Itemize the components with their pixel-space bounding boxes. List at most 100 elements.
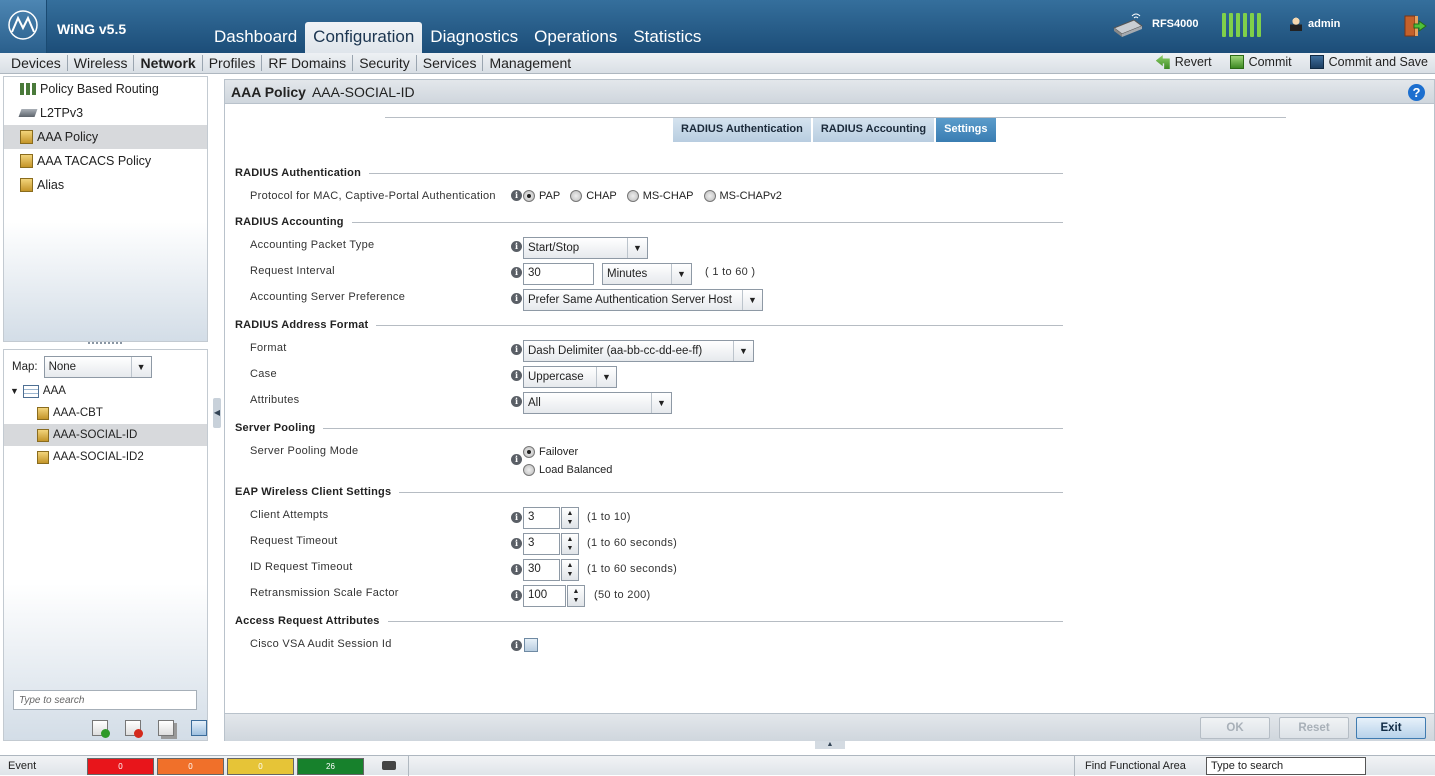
accounting-packet-type-select[interactable]: Start/Stop ▼ bbox=[523, 237, 648, 259]
info-icon[interactable]: i bbox=[511, 344, 522, 355]
tab-configuration[interactable]: Configuration bbox=[305, 22, 423, 53]
radio-failover[interactable] bbox=[523, 446, 535, 458]
info-icon[interactable]: i bbox=[511, 370, 522, 381]
tab-settings[interactable]: Settings bbox=[936, 118, 996, 142]
radio-chap[interactable] bbox=[570, 190, 583, 202]
tree-item-aaa-social-id[interactable]: AAA-SOCIAL-ID bbox=[4, 424, 207, 446]
event-count-warning[interactable]: 0 bbox=[227, 758, 294, 775]
cisco-vsa-checkbox[interactable] bbox=[524, 638, 538, 652]
chevron-down-icon: ▼ bbox=[733, 341, 753, 361]
request-interval-input[interactable]: 30 bbox=[523, 263, 594, 285]
help-icon[interactable]: ? bbox=[1408, 84, 1425, 101]
subnav-management[interactable]: Management bbox=[483, 55, 577, 71]
radio-load-balanced[interactable] bbox=[523, 464, 535, 476]
section-eap-wireless-client-settings: EAP Wireless Client Settings bbox=[235, 486, 1063, 498]
tunnel-icon bbox=[18, 109, 38, 117]
device-icon bbox=[1110, 10, 1150, 40]
tab-diagnostics[interactable]: Diagnostics bbox=[422, 22, 526, 53]
collapse-left-panel-handle[interactable]: ◀ bbox=[213, 398, 221, 428]
format-select[interactable]: Dash Delimiter (aa-bb-cc-dd-ee-ff) ▼ bbox=[523, 340, 754, 362]
policy-icon bbox=[37, 406, 49, 420]
info-icon[interactable]: i bbox=[511, 241, 522, 252]
subnav-wireless[interactable]: Wireless bbox=[68, 55, 135, 71]
client-attempts-input[interactable]: 3 bbox=[523, 507, 560, 529]
tree-item-aaa-tacacs-policy[interactable]: AAA TACACS Policy bbox=[4, 149, 207, 173]
camera-icon[interactable] bbox=[382, 761, 396, 770]
tab-statistics[interactable]: Statistics bbox=[625, 22, 709, 53]
subnav-rf-domains[interactable]: RF Domains bbox=[262, 55, 354, 71]
info-icon[interactable]: i bbox=[511, 564, 522, 575]
add-icon[interactable] bbox=[92, 720, 110, 738]
routing-icon bbox=[20, 83, 36, 95]
accounting-server-preference-select[interactable]: Prefer Same Authentication Server Host ▼ bbox=[523, 289, 763, 311]
commit-button[interactable]: Commit bbox=[1229, 55, 1292, 69]
id-request-timeout-stepper[interactable]: ▲ ▼ bbox=[561, 559, 579, 581]
event-count-error[interactable]: 0 bbox=[157, 758, 224, 775]
tree-item-aaa-policy[interactable]: AAA Policy bbox=[4, 125, 207, 149]
commit-and-save-button[interactable]: Commit and Save bbox=[1309, 55, 1428, 69]
subnav-services[interactable]: Services bbox=[417, 55, 484, 71]
logout-icon[interactable] bbox=[1402, 13, 1428, 39]
request-interval-unit-select[interactable]: Minutes ▼ bbox=[602, 263, 692, 285]
top-bar: WiNG v5.5 Dashboard Configuration Diagno… bbox=[0, 0, 1435, 53]
reset-button[interactable]: Reset bbox=[1279, 717, 1349, 739]
info-icon[interactable]: i bbox=[511, 590, 522, 601]
subnav-network[interactable]: Network bbox=[134, 55, 203, 71]
info-icon[interactable]: i bbox=[511, 454, 522, 465]
exit-button[interactable]: Exit bbox=[1356, 717, 1426, 739]
info-icon[interactable]: i bbox=[511, 640, 522, 651]
radio-ms-chapv2[interactable] bbox=[703, 190, 716, 202]
user-icon bbox=[1290, 17, 1302, 31]
copy-icon[interactable] bbox=[158, 720, 174, 736]
case-select[interactable]: Uppercase ▼ bbox=[523, 366, 617, 388]
retransmission-scale-factor-input[interactable]: 100 bbox=[523, 585, 566, 607]
main-panel: AAA Policy AAA-SOCIAL-ID ? RADIUS Authent… bbox=[224, 79, 1435, 741]
tree-root-aaa[interactable]: ▼ AAA bbox=[4, 380, 207, 402]
find-functional-area-input[interactable]: Type to search bbox=[1206, 757, 1366, 775]
id-request-timeout-input[interactable]: 30 bbox=[523, 559, 560, 581]
retransmission-scale-factor-stepper[interactable]: ▲ ▼ bbox=[567, 585, 585, 607]
expand-bottom-panel-handle[interactable]: ▲ bbox=[815, 741, 845, 749]
tree-item-aaa-social-id2[interactable]: AAA-SOCIAL-ID2 bbox=[4, 446, 207, 468]
subnav-profiles[interactable]: Profiles bbox=[203, 55, 263, 71]
panel-splitter[interactable] bbox=[88, 342, 122, 346]
page-title: AAA Policy bbox=[231, 84, 306, 100]
tree-item-policy-based-routing[interactable]: Policy Based Routing bbox=[4, 77, 207, 101]
tree-item-l2tpv3[interactable]: L2TPv3 bbox=[4, 101, 207, 125]
info-icon[interactable]: i bbox=[511, 396, 522, 407]
info-icon[interactable]: i bbox=[511, 293, 522, 304]
policy-icon bbox=[37, 450, 49, 464]
info-icon[interactable]: i bbox=[511, 538, 522, 549]
rename-icon[interactable] bbox=[191, 720, 207, 736]
ok-button[interactable]: OK bbox=[1200, 717, 1270, 739]
tab-dashboard[interactable]: Dashboard bbox=[206, 22, 305, 53]
save-icon bbox=[1309, 55, 1324, 69]
attributes-select[interactable]: All ▼ bbox=[523, 392, 672, 414]
subnav-devices[interactable]: Devices bbox=[5, 55, 68, 71]
attributes-label: Attributes bbox=[250, 394, 300, 406]
radio-pap[interactable] bbox=[523, 190, 535, 202]
tree-search-input[interactable]: Type to search bbox=[13, 690, 197, 710]
tab-radius-authentication[interactable]: RADIUS Authentication bbox=[673, 118, 811, 142]
info-icon[interactable]: i bbox=[511, 512, 522, 523]
request-timeout-input[interactable]: 3 bbox=[523, 533, 560, 555]
tree-item-alias[interactable]: Alias bbox=[4, 173, 207, 197]
subnav-security[interactable]: Security bbox=[353, 55, 417, 71]
event-count-critical[interactable]: 0 bbox=[87, 758, 154, 775]
event-count-info[interactable]: 26 bbox=[297, 758, 364, 775]
tree-item-aaa-cbt[interactable]: AAA-CBT bbox=[4, 402, 207, 424]
request-timeout-stepper[interactable]: ▲ ▼ bbox=[561, 533, 579, 555]
product-name: WiNG v5.5 bbox=[57, 21, 127, 37]
user-menu[interactable]: admin bbox=[1290, 17, 1340, 31]
client-attempts-stepper[interactable]: ▲ ▼ bbox=[561, 507, 579, 529]
tab-operations[interactable]: Operations bbox=[526, 22, 625, 53]
radio-ms-chap[interactable] bbox=[626, 190, 639, 202]
info-icon[interactable]: i bbox=[511, 190, 522, 201]
tab-radius-accounting[interactable]: RADIUS Accounting bbox=[812, 118, 935, 142]
info-icon[interactable]: i bbox=[511, 267, 522, 278]
revert-button[interactable]: Revert bbox=[1155, 55, 1212, 69]
map-select[interactable]: None ▼ bbox=[43, 356, 152, 378]
form-footer: OK Reset Exit bbox=[225, 713, 1434, 741]
section-server-pooling: Server Pooling bbox=[235, 422, 1063, 434]
delete-icon[interactable] bbox=[125, 720, 143, 738]
